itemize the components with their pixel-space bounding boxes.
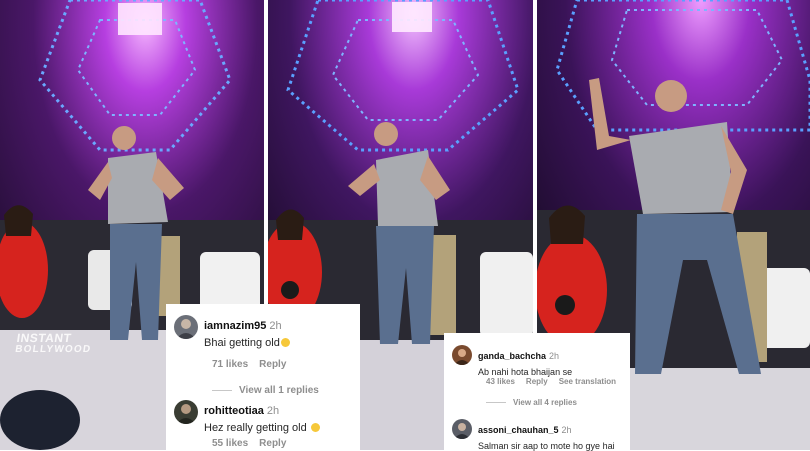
reply-button[interactable]: Reply [259, 359, 286, 370]
avatar[interactable] [452, 345, 472, 365]
comment-username[interactable]: assoni_chauhan_5 [478, 425, 559, 435]
comments-card-2: ganda_bachcha 2h Ab nahi hota bhaijan se … [444, 333, 630, 451]
comment-username[interactable]: iamnazim95 [204, 320, 266, 332]
see-translation-button[interactable]: See translation [559, 377, 616, 386]
comment-username[interactable]: ganda_bachcha [478, 351, 546, 361]
comment-time: 2h [269, 320, 282, 332]
comment-likes[interactable]: 43 likes [486, 377, 515, 386]
comment-text: Hez really getting old [204, 422, 307, 434]
avatar[interactable] [174, 400, 198, 424]
comment-username[interactable]: rohitteotiaa [204, 405, 264, 417]
view-replies-label: View all 4 replies [513, 398, 577, 407]
reply-button[interactable]: Reply [259, 438, 286, 449]
view-replies-link[interactable]: View all 1 replies [212, 385, 319, 396]
comment-time: 2h [561, 425, 572, 435]
comment-time: 2h [266, 405, 280, 417]
divider [212, 389, 232, 391]
view-replies-link[interactable]: View all 4 replies [486, 398, 577, 407]
comment-time: 2h [549, 351, 560, 361]
smiling-face-icon [280, 338, 290, 347]
smiling-face-icon [310, 423, 320, 432]
reply-button[interactable]: Reply [526, 377, 548, 386]
comment-likes[interactable]: 55 likes [212, 438, 248, 449]
comment-text: Ab nahi hota bhaijan se [478, 367, 573, 377]
view-replies-label: View all 1 replies [239, 385, 319, 396]
comments-card-1: iamnazim95 2h Bhai getting old 71 likes Re… [166, 304, 360, 450]
avatar[interactable] [174, 315, 198, 339]
watermark-logo: INSTANT BOLLYWOOD [14, 331, 93, 356]
comment-text: Bhai getting old [204, 337, 280, 349]
comment-likes[interactable]: 71 likes [212, 359, 248, 370]
divider [486, 402, 506, 404]
watermark-line-1: INSTANT [15, 331, 73, 345]
avatar[interactable] [452, 419, 472, 439]
watermark-line-2: BOLLYWOOD [14, 344, 93, 355]
